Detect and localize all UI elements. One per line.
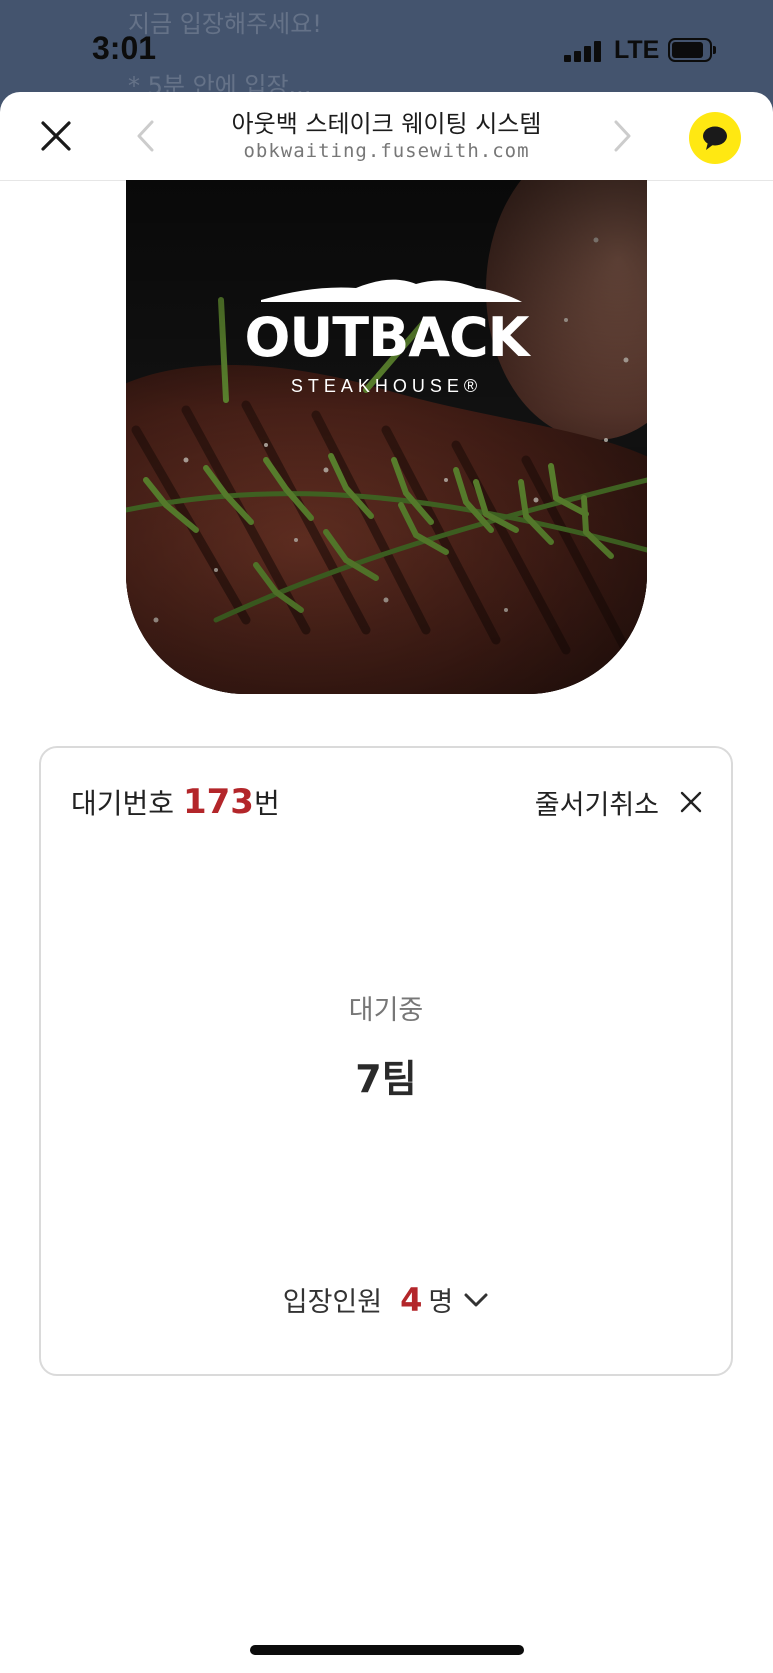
chevron-right-icon <box>614 120 631 152</box>
waiting-number-label: 대기번호 <box>71 787 175 820</box>
cancel-queue-label: 줄서기취소 <box>534 789 659 821</box>
signal-icon <box>564 40 604 62</box>
kakaotalk-share-button[interactable] <box>689 112 741 164</box>
hero-image: OUTBACK STEAKHOUSE® <box>126 180 647 694</box>
in-app-browser-sheet: 아웃백 스테이크 웨이팅 시스템 obkwaiting.fusewith.com <box>0 92 773 1673</box>
browser-header: 아웃백 스테이크 웨이팅 시스템 obkwaiting.fusewith.com <box>0 92 773 181</box>
close-icon <box>680 791 702 813</box>
status-label: 대기중 <box>348 995 424 1026</box>
close-button[interactable] <box>36 116 76 156</box>
home-indicator <box>250 1645 524 1655</box>
chat-bubble-icon <box>703 126 727 150</box>
battery-icon <box>668 38 716 62</box>
waiting-number-value: 173 <box>182 782 254 822</box>
waiting-number: 대기번호 173번 <box>71 782 280 822</box>
brand-subtitle: STEAKHOUSE® <box>290 376 483 396</box>
steak-photo <box>126 180 647 694</box>
waiting-number-suffix: 번 <box>253 787 280 820</box>
cancel-queue-button[interactable]: 줄서기취소 <box>535 782 703 822</box>
waiting-card: 대기번호 173번 줄서기취소 대기중 7팀 입장인원 4 명 <box>39 746 733 1376</box>
teams-ahead-count: 7팀 <box>355 1057 417 1101</box>
close-icon <box>41 121 71 151</box>
party-size-value: 4 <box>400 1280 423 1319</box>
brand-wordmark: OUTBACK <box>244 306 529 369</box>
party-size-unit: 명 <box>428 1287 454 1318</box>
back-button[interactable] <box>130 116 164 156</box>
network-label: LTE <box>614 36 660 64</box>
chevron-down-icon <box>464 1293 488 1306</box>
chevron-left-icon <box>137 120 154 152</box>
party-size-selector[interactable]: 입장인원 4 명 <box>41 1280 731 1319</box>
page-title: 아웃백 스테이크 웨이팅 시스템 <box>231 110 542 138</box>
status-time: 3:01 <box>92 30 157 66</box>
page-url: obkwaiting.fusewith.com <box>243 140 530 162</box>
party-size-label: 입장인원 <box>282 1287 383 1318</box>
forward-button[interactable] <box>604 116 638 156</box>
status-bar: 3:01 LTE <box>0 0 773 92</box>
